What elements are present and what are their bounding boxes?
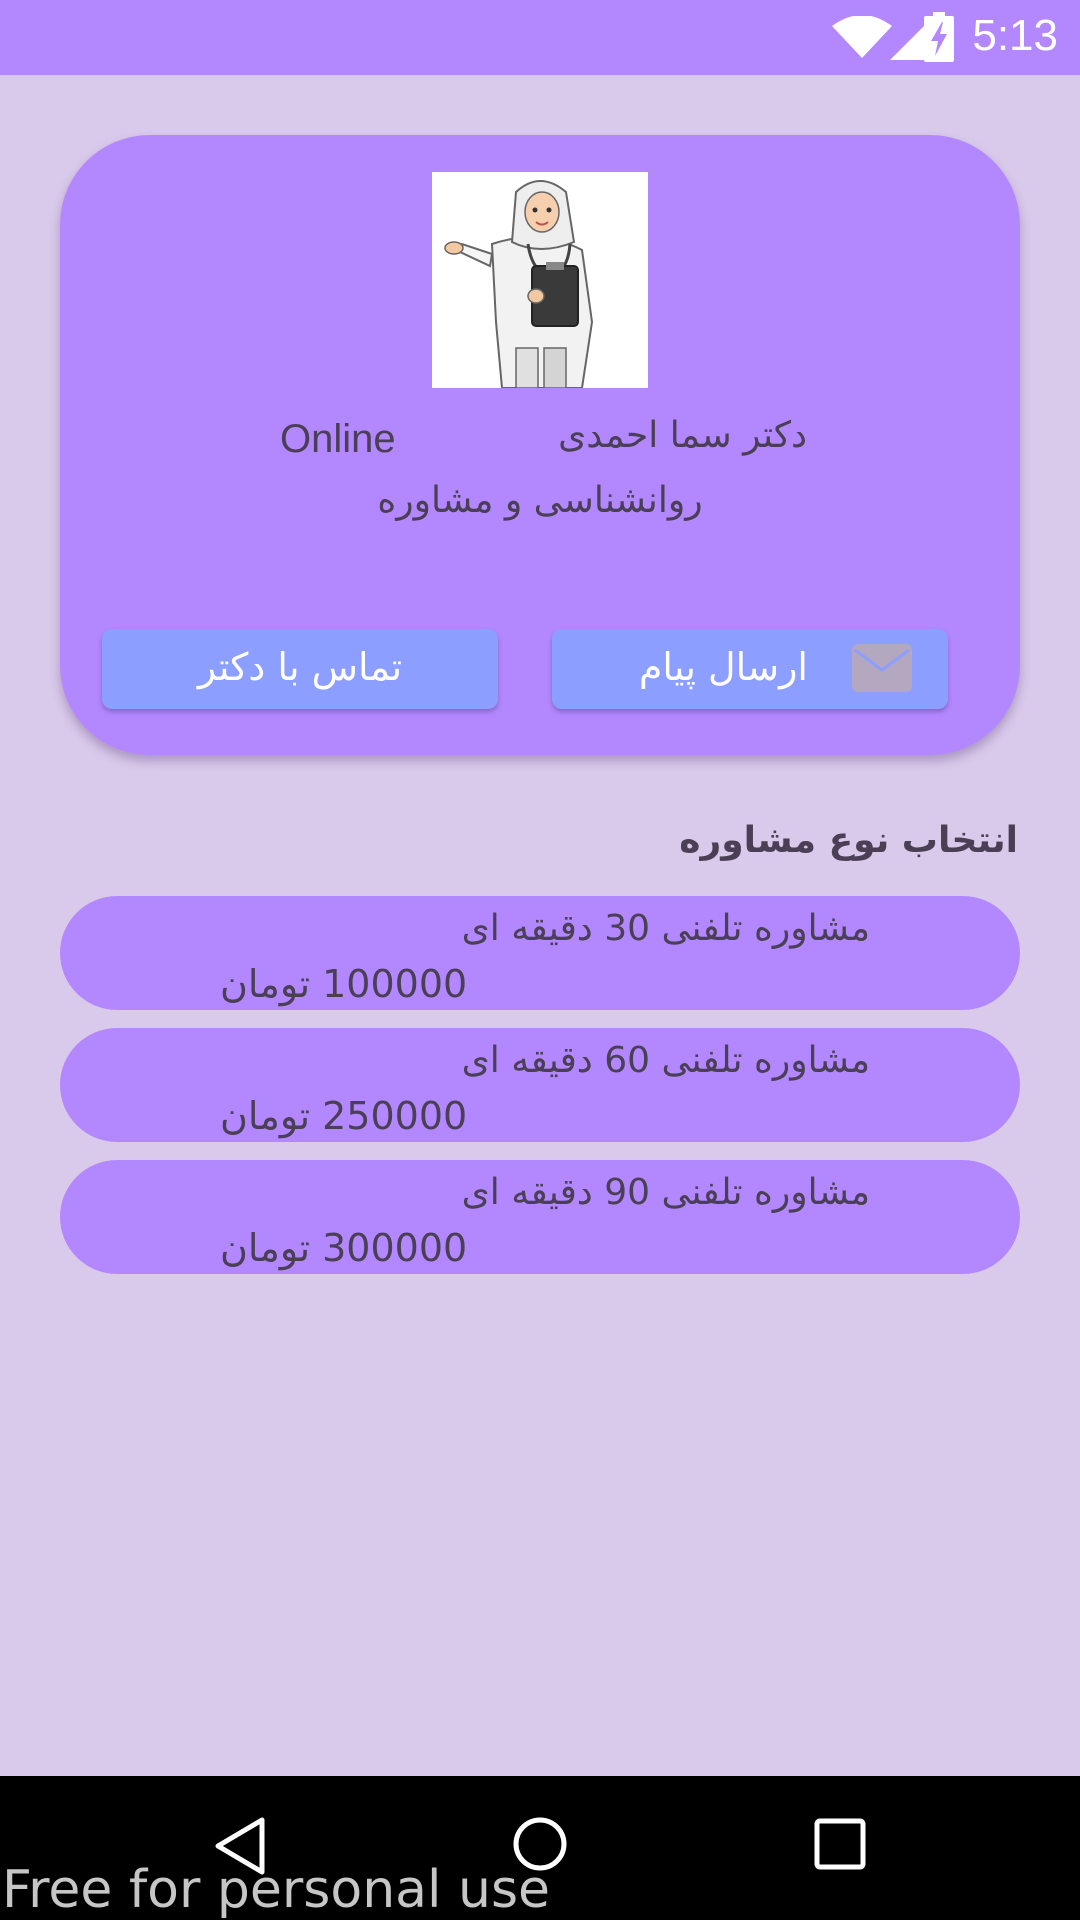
send-message-button[interactable]: ارسال پیام <box>552 629 948 709</box>
wifi-icon <box>832 16 892 58</box>
call-doctor-label: تماس با دکتر <box>197 645 403 689</box>
doctor-name: دکتر سما احمدی <box>558 415 807 456</box>
option-title: مشاوره تلفنی 30 دقیقه ای <box>461 908 870 949</box>
doctor-specialty: روانشناسی و مشاوره <box>377 480 703 521</box>
call-doctor-button[interactable]: تماس با دکتر <box>102 629 498 709</box>
consultation-option-30min[interactable]: مشاوره تلفنی 30 دقیقه ای 100000 تومان <box>60 896 1020 1010</box>
status-bar: 5:13 <box>0 0 1080 75</box>
consultation-option-90min[interactable]: مشاوره تلفنی 90 دقیقه ای 300000 تومان <box>60 1160 1020 1274</box>
status-time: 5:13 <box>972 11 1058 60</box>
option-price: 100000 تومان <box>220 962 468 1006</box>
option-title: مشاوره تلفنی 60 دقیقه ای <box>461 1040 870 1081</box>
doctor-avatar <box>432 172 648 389</box>
consultation-section-title: انتخاب نوع مشاوره <box>679 820 1018 861</box>
battery-charging-icon <box>924 12 954 62</box>
option-price: 250000 تومان <box>220 1094 468 1138</box>
option-price: 300000 تومان <box>220 1226 468 1270</box>
mail-icon <box>852 644 912 692</box>
doctor-profile-card: دکتر سما احمدی Online روانشناسی و مشاوره… <box>60 135 1020 755</box>
consultation-option-60min[interactable]: مشاوره تلفنی 60 دقیقه ای 250000 تومان <box>60 1028 1020 1142</box>
send-message-label: ارسال پیام <box>638 645 808 689</box>
option-title: مشاوره تلفنی 90 دقیقه ای <box>461 1172 870 1213</box>
watermark-text: Free for personal use <box>2 1860 551 1920</box>
online-status: Online <box>280 417 396 461</box>
recents-icon[interactable] <box>814 1818 866 1870</box>
doctor-illustration <box>444 180 594 389</box>
